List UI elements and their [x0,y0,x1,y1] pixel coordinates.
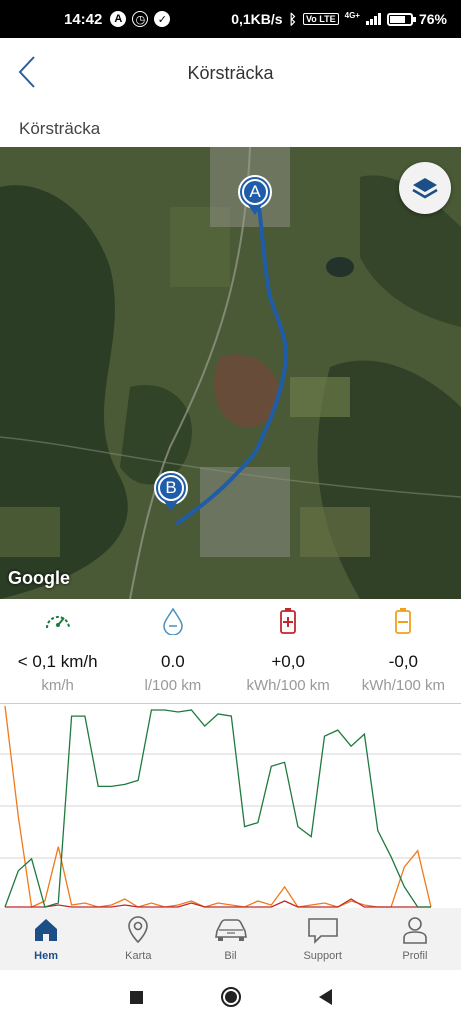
nav-item-support[interactable]: Support [277,908,369,970]
system-nav-bar [0,970,461,1024]
fuel-unit: l/100 km [144,677,202,694]
network-speed: 0,1KB/s [231,11,283,27]
check-icon: ✓ [154,11,171,27]
person-icon [403,917,427,944]
fuel-value: 0.0 [161,652,185,671]
back-system-button[interactable] [318,989,332,1005]
battery-minus-icon [395,608,412,634]
energy-used-value: -0,0 [388,652,419,671]
chart-series-line-0 [4,709,431,908]
nav-label-profil: Profil [402,950,428,962]
battery-plus-icon [280,608,297,634]
battery-level [389,15,406,23]
metric-energy-charged: +0,0 kWh/100 km [231,599,346,703]
metric-speed: < 0,1 km/h km/h [0,599,115,703]
route-end-marker[interactable]: B [154,471,188,511]
chevron-left-icon [18,56,35,88]
route-start-marker[interactable]: A [238,175,272,215]
nav-label-bil: Bil [224,950,237,962]
volte-badge: Vo LTE [302,13,339,25]
route-map[interactable]: A B Google [0,147,461,599]
energy-used-unit: kWh/100 km [361,677,446,694]
battery-label: 76% [418,11,447,27]
chat-bubble-icon [307,918,338,944]
nav-item-bil[interactable]: Bil [184,908,276,970]
speed-value: < 0,1 km/h [17,652,98,671]
nav-item-profil[interactable]: Profil [369,908,461,970]
signal-icon [365,13,381,25]
google-attribution: Google [8,568,70,588]
nav-label-hem: Hem [34,950,59,962]
page-title: Körsträcka [187,62,274,83]
nav-item-karta[interactable]: Karta [92,908,184,970]
bottom-nav: Hem Karta Bil Support Profil [0,908,461,970]
status-time: 14:42 [64,10,103,28]
metric-fuel: 0.0 l/100 km [115,599,230,703]
home-icon [35,919,58,941]
marker-b-label: B [158,475,184,501]
marker-a-label: A [242,179,268,205]
chart-svg [0,705,461,908]
status-bar: 14:42 A ◷ ✓ 0,1KB/s ᛒ Vo LTE 4G+ 76% [0,0,461,38]
app-header: Körsträcka [0,38,461,108]
nav-item-hem[interactable]: Hem [0,908,92,970]
satellite-imagery [0,147,461,599]
alarm-icon: ◷ [132,11,149,27]
battery-icon [386,12,416,26]
fuel-drop-icon [163,607,183,635]
speedometer-icon [45,616,70,629]
section-label: Körsträcka [19,119,101,138]
layers-icon [412,178,438,199]
bluetooth-icon: ᛒ [288,11,297,27]
back-button[interactable] [10,52,44,92]
car-icon [214,919,247,941]
metric-energy-used: -0,0 kWh/100 km [346,599,461,703]
trip-chart[interactable] [0,703,461,908]
net-badge: 4G+ [344,11,360,20]
energy-charged-value: +0,0 [271,652,305,671]
map-pin-icon [128,916,149,944]
metrics-row: < 0,1 km/h km/h 0.0 l/100 km +0,0 kWh/10… [0,599,461,703]
nav-label-support: Support [303,950,342,962]
energy-charged-unit: kWh/100 km [246,677,330,694]
nav-label-karta: Karta [125,950,152,962]
status-a-icon: A [110,11,127,27]
recent-apps-button[interactable] [129,990,143,1004]
layers-button[interactable] [399,162,451,214]
speed-unit: km/h [41,677,74,694]
home-system-button[interactable] [220,987,241,1007]
